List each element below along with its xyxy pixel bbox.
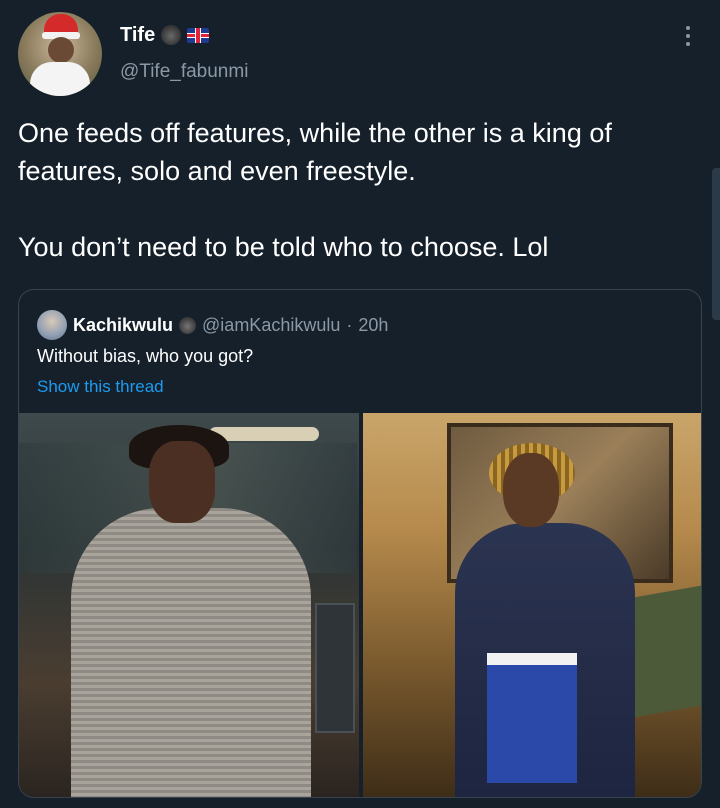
author-display-name[interactable]: Tife — [120, 22, 155, 48]
quote-text: Without bias, who you got? — [37, 346, 254, 366]
quote-handle: @iamKachikwulu — [202, 315, 341, 335]
author-handle[interactable]: @Tife_fabunmi — [120, 60, 248, 84]
tweet-text: One feeds off features, while the other … — [18, 114, 708, 266]
gorilla-emoji-icon — [179, 316, 197, 334]
photo-left[interactable] — [19, 413, 359, 797]
photo-right[interactable] — [363, 413, 701, 797]
show-thread-link[interactable]: Show this thread — [37, 376, 164, 398]
quote-separator: · — [346, 315, 353, 335]
author-name-row[interactable]: Tife — [120, 22, 210, 48]
boxing-shorts — [487, 653, 577, 783]
author-avatar[interactable] — [18, 12, 102, 96]
quote-media — [19, 413, 701, 797]
scrollbar[interactable] — [712, 168, 720, 320]
gorilla-emoji-icon — [161, 25, 182, 45]
monitor — [315, 603, 355, 733]
more-options-icon[interactable] — [676, 24, 700, 48]
quote-header: Kachikwulu @iamKachikwulu · 20h — [37, 310, 388, 340]
quoted-tweet[interactable]: Kachikwulu @iamKachikwulu · 20h Without … — [18, 289, 702, 798]
quote-avatar — [37, 310, 67, 340]
tweet-line-1: One feeds off features, while the other … — [18, 118, 612, 186]
quote-time: 20h — [358, 315, 389, 335]
uk-flag-icon — [187, 27, 210, 43]
tweet-line-2: You don’t need to be told who to choose.… — [18, 232, 549, 262]
plaid-suit — [71, 508, 311, 797]
quote-display-name: Kachikwulu — [73, 315, 174, 335]
